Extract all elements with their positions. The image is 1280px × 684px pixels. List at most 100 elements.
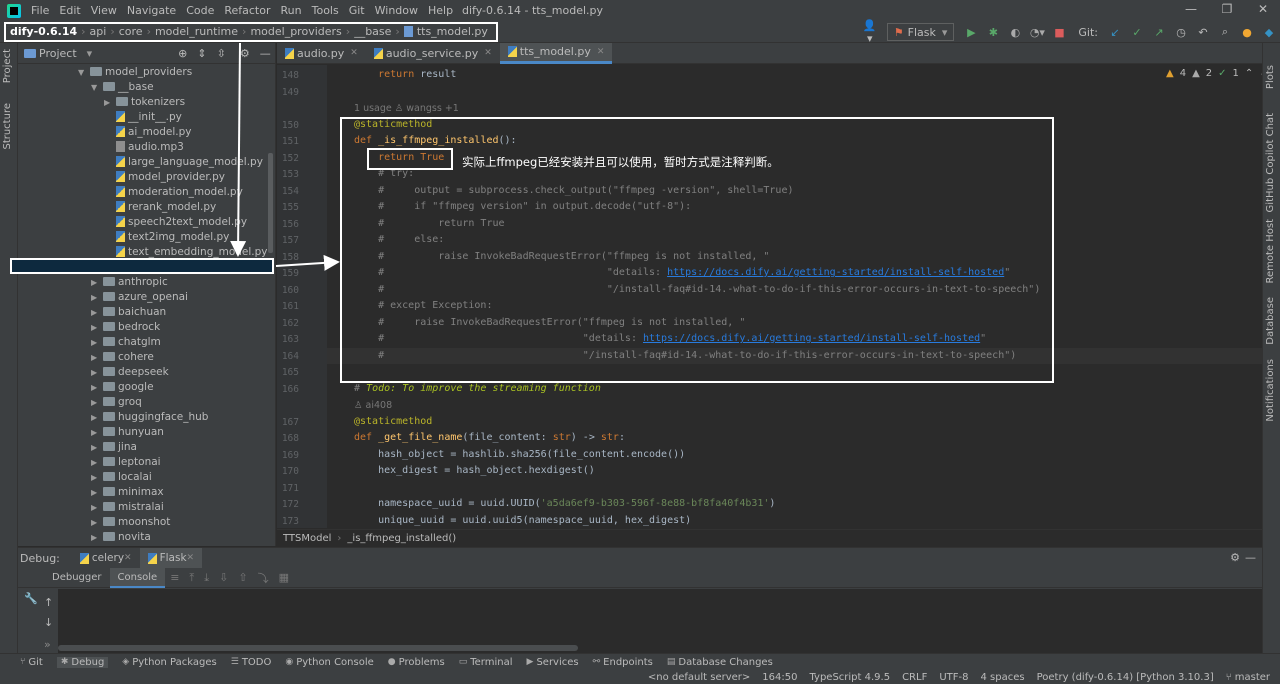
restore-icon[interactable]: ❐ <box>1218 2 1236 18</box>
search-icon[interactable]: ⌕ <box>1217 25 1233 39</box>
structure-tool-tab[interactable]: Structure <box>2 103 13 150</box>
debug-session-tab[interactable]: Flask ✕ <box>139 548 203 568</box>
copilot-chat-tool-tab[interactable]: GitHub Copilot Chat <box>1265 113 1276 212</box>
tree-folder[interactable]: ▶ hunyuan <box>91 425 164 440</box>
gear-icon[interactable]: ⚙ <box>240 47 250 60</box>
close-tab-icon[interactable]: ✕ <box>187 553 195 563</box>
tree-file[interactable]: speech2text_model.py <box>116 215 247 230</box>
chevron-right-icon[interactable]: ▶ <box>91 470 103 485</box>
hide-panel-icon[interactable]: — <box>1245 551 1256 564</box>
tree-folder[interactable]: ▶ mistralai <box>91 500 164 515</box>
minimize-icon[interactable]: — <box>1182 2 1200 18</box>
chevron-right-icon[interactable]: ▶ <box>91 455 103 470</box>
tree-folder[interactable]: ▶ groq <box>91 395 142 410</box>
breadcrumb-item[interactable]: tts_model.py <box>417 25 488 38</box>
tree-folder[interactable]: ▶ baichuan <box>91 305 166 320</box>
chevron-right-icon[interactable]: ▶ <box>91 290 103 305</box>
chevron-down-icon[interactable]: ▾ <box>87 47 93 60</box>
tree-folder[interactable]: ▶ google <box>91 380 154 395</box>
chevron-right-icon[interactable]: ▶ <box>104 95 116 110</box>
menu-help[interactable]: Help <box>428 4 453 17</box>
chevron-up-icon[interactable]: ⌃ <box>1245 68 1253 79</box>
breadcrumb-class[interactable]: TTSModel <box>283 533 331 544</box>
chevron-right-icon[interactable]: ▶ <box>91 500 103 515</box>
chevron-down-icon[interactable]: ▼ <box>91 80 103 95</box>
git-update-icon[interactable]: ↙ <box>1107 26 1123 39</box>
tree-file[interactable]: __init__.py <box>116 110 182 125</box>
breadcrumb-item[interactable]: dify-0.6.14 <box>10 25 77 38</box>
menu-git[interactable]: Git <box>349 4 365 17</box>
locate-icon[interactable]: ⊕ <box>178 47 187 60</box>
close-tab-icon[interactable]: ✕ <box>124 553 132 563</box>
chevron-right-icon[interactable]: ▶ <box>91 380 103 395</box>
close-tab-icon[interactable]: ✕ <box>484 48 492 58</box>
code-vision-hint[interactable]: ♙ ai408 <box>354 400 392 411</box>
tree-file[interactable]: model_provider.py <box>116 170 225 185</box>
chevron-right-icon[interactable]: ▶ <box>91 275 103 290</box>
chevron-right-icon[interactable]: ▶ <box>91 485 103 500</box>
tree-file[interactable]: large_language_model.py <box>116 155 263 170</box>
tree-folder[interactable]: ▶ leptonai <box>91 455 161 470</box>
tool-window-debug[interactable]: ✱ Debug <box>56 656 109 668</box>
tree-folder[interactable]: ▼ __base <box>91 80 154 95</box>
menu-file[interactable]: File <box>31 4 49 17</box>
status-interpreter[interactable]: Poetry (dify-0.6.14) [Python 3.10.3] <box>1037 672 1214 683</box>
tree-folder[interactable]: ▶ huggingface_hub <box>91 410 208 425</box>
tool-window-database-changes[interactable]: ▤ Database Changes <box>667 657 773 668</box>
console-output[interactable] <box>58 589 1262 653</box>
tool-window-python-packages[interactable]: ◈ Python Packages <box>122 657 216 668</box>
plots-tool-tab[interactable]: Plots <box>1265 65 1276 89</box>
tree-folder[interactable]: ▶ localai <box>91 470 152 485</box>
tree-folder[interactable]: ▶ moonshot <box>91 515 170 530</box>
tree-folder[interactable]: ▶ deepseek <box>91 365 169 380</box>
status-git-branch[interactable]: master <box>1235 672 1270 683</box>
close-icon[interactable]: ✕ <box>1254 2 1272 18</box>
status-encoding[interactable]: UTF-8 <box>939 672 968 683</box>
tool-window-services[interactable]: ▶ Services <box>527 657 579 668</box>
menu-tools[interactable]: Tools <box>312 4 339 17</box>
tree-scrollbar[interactable] <box>268 153 273 253</box>
wrench-icon[interactable]: 🔧 <box>24 592 38 605</box>
expand-all-icon[interactable]: ⇕ <box>197 47 206 60</box>
tree-folder[interactable]: ▶ tokenizers <box>104 95 185 110</box>
breadcrumb-item[interactable]: model_runtime <box>155 25 238 38</box>
tree-folder[interactable]: ▶ bedrock <box>91 320 160 335</box>
editor-tab[interactable]: audio.py ✕ <box>277 43 366 64</box>
chevron-right-icon[interactable]: ▶ <box>91 335 103 350</box>
tree-folder[interactable]: ▶ jina <box>91 440 137 455</box>
git-history-icon[interactable]: ◷ <box>1173 26 1189 39</box>
status-caret-position[interactable]: 164:50 <box>762 672 797 683</box>
tree-folder[interactable]: ▶ anthropic <box>91 275 168 290</box>
code-vision-hint[interactable]: 1 usage ♙ wangss +1 <box>354 103 459 114</box>
remote-host-tool-tab[interactable]: Remote Host <box>1265 219 1276 284</box>
user-icon[interactable]: 👤▾ <box>862 19 878 45</box>
run-config-select[interactable]: ⚑ Flask ▾ <box>886 23 955 41</box>
chevron-right-icon[interactable]: ▶ <box>91 530 103 545</box>
debug-subtab[interactable]: Console <box>109 567 166 588</box>
debug-toolbar-icon[interactable]: ⤒ <box>189 571 194 585</box>
tree-folder[interactable]: ▶ cohere <box>91 350 154 365</box>
debug-toolbar-icon[interactable]: ⤓ <box>204 571 209 585</box>
menu-navigate[interactable]: Navigate <box>127 4 176 17</box>
status-indent[interactable]: 4 spaces <box>981 672 1025 683</box>
more-icon[interactable]: » <box>44 638 51 651</box>
tool-window-python-console[interactable]: ◉ Python Console <box>285 657 373 668</box>
debug-toolbar-icon[interactable]: ⇧ <box>238 571 247 584</box>
tree-folder[interactable]: ▼ model_providers <box>78 65 192 80</box>
debug-toolbar-icon[interactable]: ⇩ <box>219 571 228 584</box>
tree-file[interactable]: ai_model.py <box>116 125 192 140</box>
chevron-right-icon[interactable]: ▶ <box>91 365 103 380</box>
inspection-widget[interactable]: ▲4 ▲2 ✓1 ⌃ ⌄ <box>1166 68 1268 79</box>
database-tool-tab[interactable]: Database <box>1265 297 1276 345</box>
tool-window-problems[interactable]: ● Problems <box>388 657 445 668</box>
breadcrumb-item[interactable]: model_providers <box>250 25 341 38</box>
chevron-right-icon[interactable]: ▶ <box>91 425 103 440</box>
menu-refactor[interactable]: Refactor <box>224 4 270 17</box>
tool-window-git[interactable]: ⑂ Git <box>20 657 43 668</box>
tree-file[interactable]: rerank_model.py <box>116 200 216 215</box>
tree-file[interactable]: audio.mp3 <box>116 140 184 155</box>
tree-folder[interactable]: ▶ minimax <box>91 485 164 500</box>
tree-folder[interactable]: ▶ novita <box>91 530 151 545</box>
debug-session-tab[interactable]: celery ✕ <box>72 548 140 568</box>
chevron-right-icon[interactable]: ▶ <box>91 395 103 410</box>
